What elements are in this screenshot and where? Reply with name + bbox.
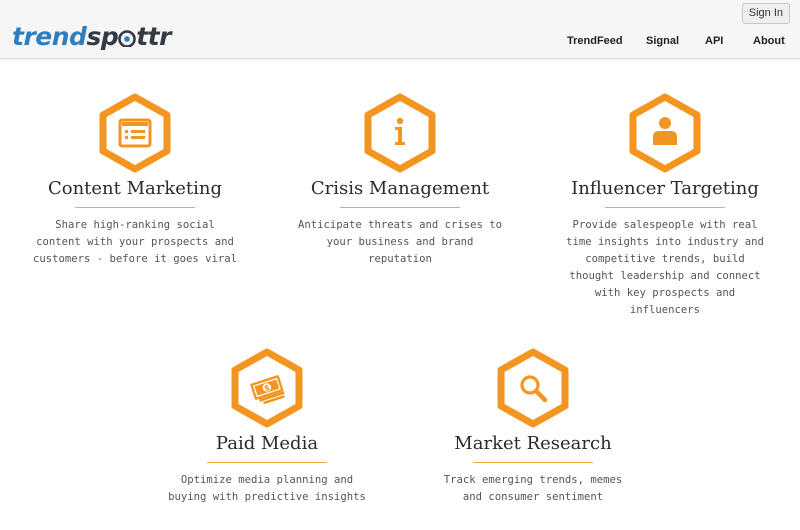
feature-hexagon [625, 93, 705, 173]
nav-about[interactable]: About [753, 35, 785, 47]
feature-description: Share high-ranking social content with y… [0, 217, 270, 268]
description-line: content with your prospects and [36, 236, 234, 248]
title-divider [340, 207, 460, 208]
description-line: and consumer sentiment [462, 491, 604, 503]
nav-trendfeed[interactable]: TrendFeed [567, 35, 623, 47]
feature-hexagon [493, 348, 573, 428]
description-line: reputation [368, 253, 432, 265]
feature-paid-media: $ Paid Media Optimize media planning and… [132, 348, 402, 506]
top-header: trendsp ttr Sign In TrendFeed Signal API … [0, 0, 800, 59]
feature-crisis-management: Crisis Management Anticipate threats and… [265, 93, 535, 268]
description-line: Anticipate threats and crises to [297, 219, 503, 231]
list-icon [95, 93, 175, 173]
feature-content-marketing: Content Marketing Share high-ranking soc… [0, 93, 270, 268]
description-line: Provide salespeople with real [572, 219, 758, 231]
feature-title: Crisis Management [310, 178, 490, 199]
person-icon [625, 93, 705, 173]
description-line: with key prospects and [594, 287, 736, 299]
description-line: buying with predictive insights [168, 491, 366, 503]
feature-description: Provide salespeople with real time insig… [530, 217, 800, 319]
feature-description: Optimize media planning and buying with … [132, 472, 402, 506]
description-line: competitive trends, build [585, 253, 745, 265]
description-line: Optimize media planning and [180, 474, 354, 486]
title-divider [605, 207, 725, 208]
title-divider [207, 462, 327, 463]
feature-market-research: Market Research Track emerging trends, m… [398, 348, 668, 506]
feature-title: Market Research [454, 433, 612, 454]
description-line: thought leadership and connect [569, 270, 761, 282]
sign-in-button[interactable]: Sign In [741, 3, 790, 24]
title-divider [75, 207, 195, 208]
feature-description: Track emerging trends, memes and consume… [398, 472, 668, 506]
money-icon: $ [227, 348, 307, 428]
description-line: customers - before it goes viral [32, 253, 238, 265]
feature-influencer-targeting: Influencer Targeting Provide salespeople… [530, 93, 800, 319]
description-line: your business and brand [326, 236, 474, 248]
feature-title: Paid Media [215, 433, 319, 454]
nav-api[interactable]: API [705, 35, 723, 47]
description-line: time insights into industry and [566, 236, 764, 248]
feature-hexagon [360, 93, 440, 173]
nav-signal[interactable]: Signal [646, 35, 679, 47]
feature-hexagon [95, 93, 175, 173]
feature-title: Content Marketing [47, 178, 223, 199]
feature-description: Anticipate threats and crises to your bu… [265, 217, 535, 268]
description-line: Track emerging trends, memes [443, 474, 623, 486]
magnifier-icon [493, 348, 573, 428]
feature-title: Influencer Targeting [571, 178, 759, 199]
description-line: influencers [629, 304, 701, 316]
description-line: Share high-ranking social [55, 219, 215, 231]
title-divider [473, 462, 593, 463]
page: trendsp ttr Sign In TrendFeed Signal API … [0, 0, 800, 530]
info-icon [360, 93, 440, 173]
main-nav: TrendFeed Signal API About [0, 35, 800, 49]
feature-hexagon: $ [227, 348, 307, 428]
